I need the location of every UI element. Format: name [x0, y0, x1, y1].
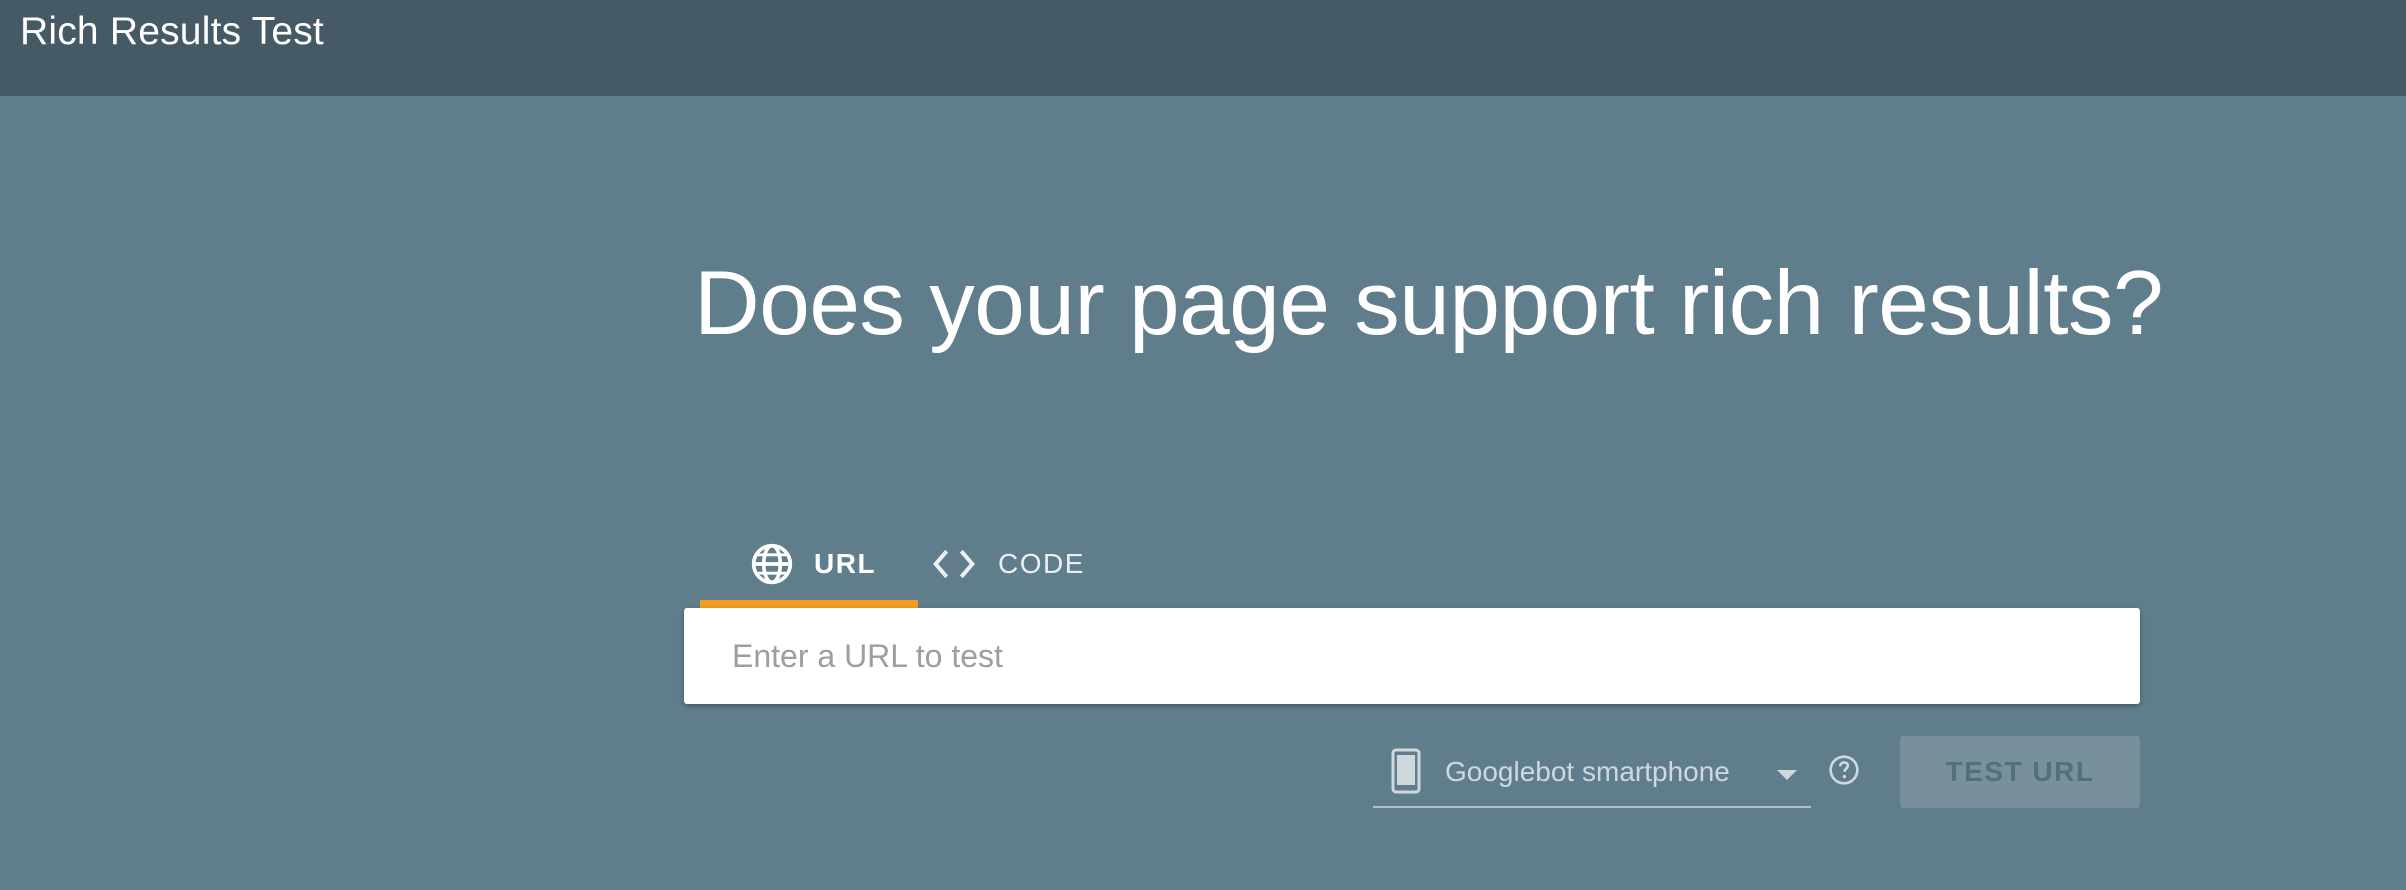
smartphone-icon — [1391, 748, 1421, 794]
chevron-down-icon — [1777, 770, 1797, 780]
tab-code[interactable]: CODE — [932, 520, 1132, 608]
top-app-bar: Rich Results Test — [0, 0, 2406, 96]
user-agent-select[interactable]: Googlebot smartphone — [1373, 736, 1811, 808]
app-title: Rich Results Test — [20, 10, 324, 53]
tab-url[interactable]: URL — [700, 520, 918, 608]
help-circle-icon[interactable] — [1828, 754, 1860, 786]
tab-url-label: URL — [814, 548, 877, 579]
code-icon — [933, 549, 975, 579]
url-input-card — [684, 608, 2140, 704]
tab-code-label: CODE — [998, 548, 1085, 579]
test-url-button[interactable]: TEST URL — [1900, 736, 2140, 808]
page-headline: Does your page support rich results? — [694, 253, 2164, 354]
globe-icon — [751, 543, 793, 585]
user-agent-selected-value: Googlebot smartphone — [1445, 756, 1730, 787]
input-mode-tabs: URL CODE — [700, 520, 1200, 608]
active-tab-indicator — [700, 600, 918, 608]
url-input[interactable] — [732, 608, 2112, 704]
